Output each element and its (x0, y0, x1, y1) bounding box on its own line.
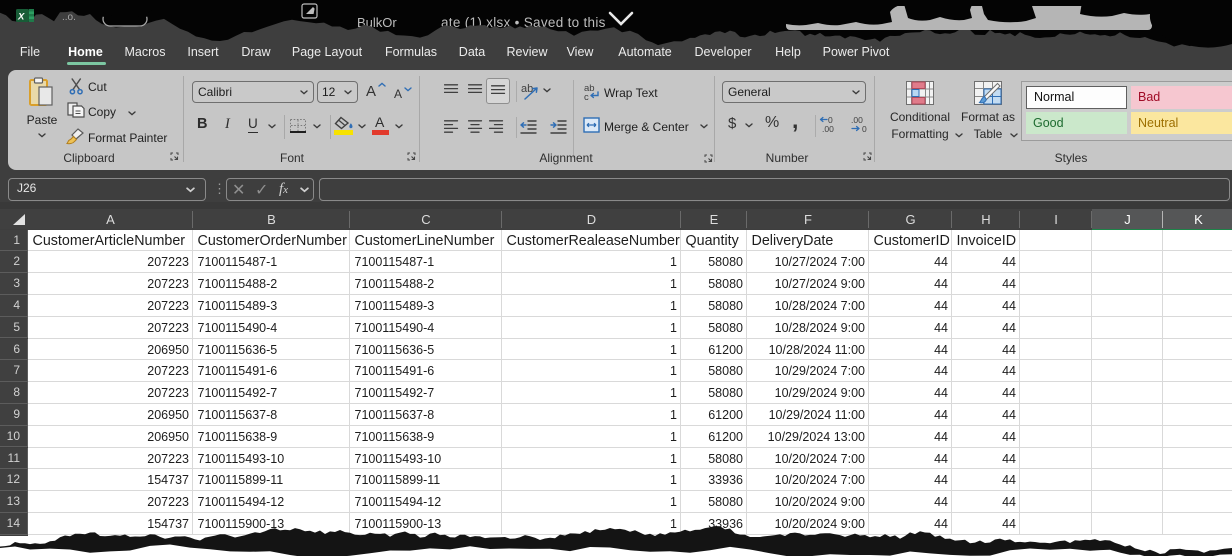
svg-text:ate (1).xlsx • Saved to this: ate (1).xlsx • Saved to this (441, 15, 606, 30)
svg-text:..o.: ..o. (62, 12, 76, 23)
svg-text:X: X (17, 12, 25, 23)
svg-text:.00: .00 (822, 124, 834, 134)
svg-text:BulkOr: BulkOr (357, 15, 397, 30)
svg-text:c: c (584, 92, 589, 102)
